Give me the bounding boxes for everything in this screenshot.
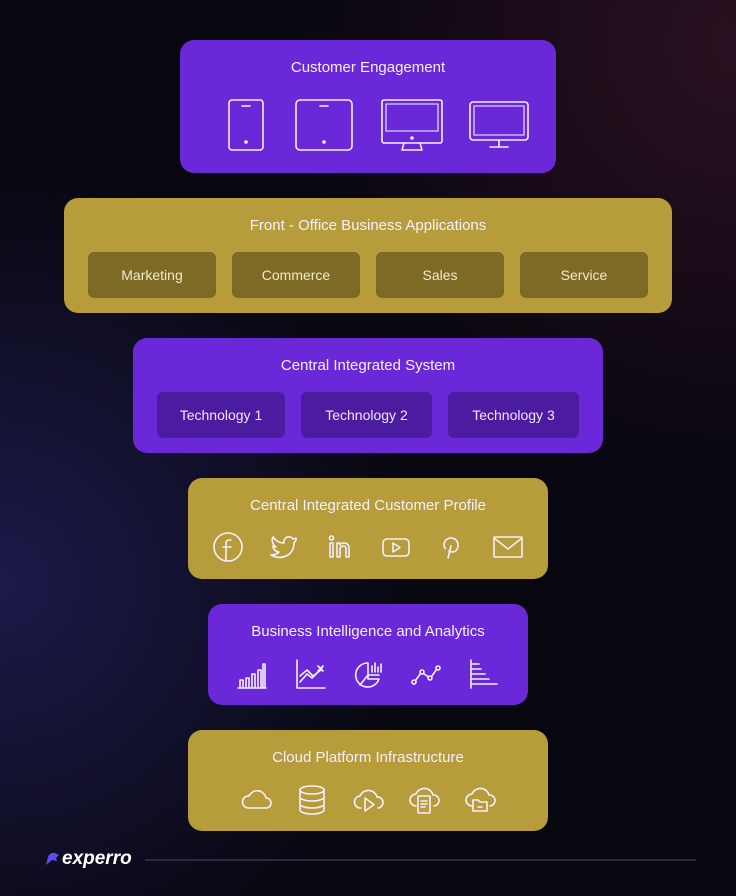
- app-commerce: Commerce: [232, 252, 360, 298]
- technology-2: Technology 2: [301, 392, 432, 438]
- layer-title: Central Integrated Customer Profile: [250, 497, 486, 514]
- scatter-line-icon: [411, 665, 441, 685]
- experro-logo: experro: [44, 848, 132, 870]
- database-icon: [299, 785, 325, 815]
- technology-1: Technology 1: [157, 392, 285, 438]
- bar-chart-icon: [237, 663, 267, 689]
- youtube-icon: [382, 538, 410, 557]
- app-sales: Sales: [376, 252, 504, 298]
- experro-logo-icon: [46, 852, 59, 865]
- layer-title: Customer Engagement: [290, 59, 446, 76]
- smartphone-icon: [228, 99, 264, 151]
- cloud-video-icon: [353, 789, 384, 812]
- layer-title: Cloud Platform Infrastructure: [272, 749, 464, 766]
- layer-title: Central Integrated System: [280, 357, 456, 374]
- tablet-icon: [295, 99, 353, 151]
- layer-customer-engagement: Customer Engagement: [180, 40, 556, 173]
- cloud-folder-icon: [465, 787, 496, 812]
- brand-name: experro: [62, 848, 132, 869]
- technology-3: Technology 3: [448, 392, 579, 438]
- app-service: Service: [520, 252, 648, 298]
- pie-chart-icon: [354, 662, 382, 688]
- layer-customer-profile: Central Integrated Customer Profile: [188, 478, 548, 579]
- facebook-icon: [213, 532, 243, 562]
- cloud-icon: [241, 790, 272, 809]
- app-marketing: Marketing: [88, 252, 216, 298]
- layer-bi-analytics: Business Intelligence and Analytics: [208, 604, 528, 705]
- cloud-document-icon: [409, 787, 440, 814]
- pinterest-icon: [443, 537, 459, 559]
- layer-title: Front - Office Business Applications: [249, 217, 487, 234]
- linkedin-icon: [328, 535, 350, 558]
- layer-cloud: Cloud Platform Infrastructure: [188, 730, 548, 831]
- desktop-icon: [381, 99, 443, 151]
- email-icon: [493, 536, 523, 558]
- monitor-icon: [469, 101, 529, 148]
- twitter-icon: [270, 536, 297, 559]
- footer-divider: [145, 859, 696, 861]
- layer-central-system: Central Integrated System Technology 1 T…: [133, 338, 603, 453]
- layer-front-office: Front - Office Business Applications Mar…: [64, 198, 672, 313]
- line-chart-icon: [296, 659, 326, 689]
- layer-title: Business Intelligence and Analytics: [251, 623, 485, 640]
- horizontal-bar-icon: [470, 659, 498, 689]
